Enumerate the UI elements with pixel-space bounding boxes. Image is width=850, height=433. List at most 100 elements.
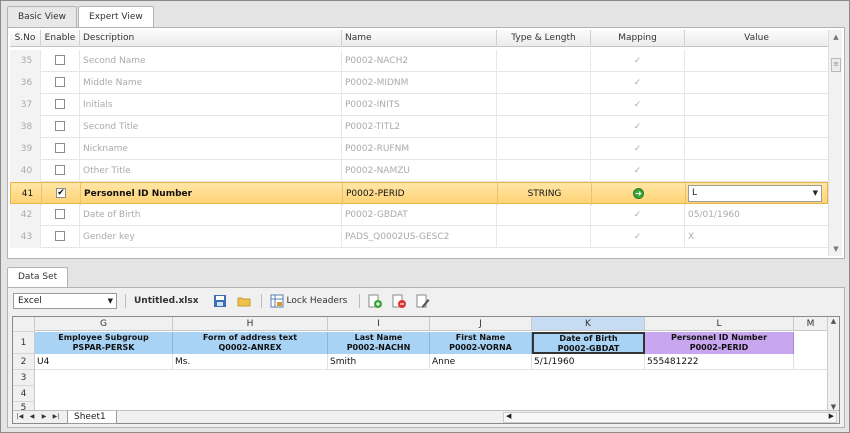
value-cell[interactable]: L ▼	[686, 183, 828, 205]
mapping-cell[interactable]: ✓	[591, 160, 685, 182]
cell-g2[interactable]: U4	[35, 354, 173, 370]
grid-row[interactable]: 40 Other Title P0002-NAMZU ✓	[10, 160, 828, 182]
col-header-sno[interactable]: S.No	[10, 30, 41, 47]
save-icon[interactable]	[213, 294, 227, 308]
last-sheet-icon[interactable]: ▶|	[51, 412, 61, 422]
grid-row[interactable]: 42 Date of Birth P0002-GBDAT ✓ 05/01/1960	[10, 204, 828, 226]
cell-j2[interactable]: Anne	[430, 354, 532, 370]
mapping-arrow-icon[interactable]: ➜	[633, 188, 644, 199]
enable-checkbox[interactable]	[55, 54, 65, 65]
scroll-down-icon[interactable]: ▼	[829, 242, 843, 256]
enable-checkbox[interactable]	[55, 76, 65, 87]
sheet-horizontal-scrollbar[interactable]: ◀ ▶	[503, 412, 837, 423]
col-header-description[interactable]: Description	[80, 30, 342, 47]
sheet-vertical-scrollbar[interactable]: ▲ ▼	[827, 317, 839, 411]
mapping-cell[interactable]: ➜	[592, 183, 686, 205]
value-cell[interactable]: 05/01/1960	[685, 204, 828, 226]
row-header-2[interactable]: 2	[13, 354, 35, 370]
grid-row[interactable]: 35 Second Name P0002-NACH2 ✓	[10, 50, 828, 72]
enable-cell[interactable]	[41, 138, 80, 160]
enable-cell[interactable]	[41, 50, 80, 72]
cell-k2[interactable]: 5/1/1960	[532, 354, 645, 370]
mapping-cell[interactable]: ✓	[591, 50, 685, 72]
tab-basic-view[interactable]: Basic View	[7, 6, 78, 27]
enable-checkbox[interactable]	[55, 164, 65, 175]
open-folder-icon[interactable]	[237, 294, 251, 308]
enable-checkbox[interactable]	[55, 98, 65, 109]
header-cell-i1[interactable]: Last Name P0002-NACHN	[328, 332, 430, 354]
column-header-m[interactable]: M	[794, 317, 828, 331]
column-header-g[interactable]: G	[35, 317, 173, 331]
enable-checkbox[interactable]	[55, 230, 65, 241]
column-header-j[interactable]: J	[430, 317, 532, 331]
remove-column-icon[interactable]	[392, 294, 407, 308]
first-sheet-icon[interactable]: |◀	[15, 412, 25, 422]
grid-row[interactable]: 39 Nickname P0002-RUFNM ✓	[10, 138, 828, 160]
rename-column-icon[interactable]	[416, 294, 430, 308]
add-column-icon[interactable]	[368, 294, 383, 308]
mapping-cell[interactable]: ✓	[591, 204, 685, 226]
prev-sheet-icon[interactable]: ◀	[27, 412, 37, 422]
scroll-right-icon[interactable]: ▶	[829, 412, 834, 420]
col-header-mapping[interactable]: Mapping	[591, 30, 685, 47]
spreadsheet[interactable]: G H I J K L M 1 2 3 4 5 Employee Subgrou…	[12, 316, 840, 424]
enable-checkbox[interactable]	[55, 142, 65, 153]
grid-row[interactable]: 38 Second Title P0002-TITL2 ✓	[10, 116, 828, 138]
mapping-cell[interactable]: ✓	[591, 138, 685, 160]
mapping-cell[interactable]: ✓	[591, 72, 685, 94]
column-header-l[interactable]: L	[645, 317, 794, 331]
value-cell[interactable]: X	[685, 226, 828, 248]
header-cell-l1[interactable]: Personnel ID Number P0002-PERID	[645, 332, 794, 354]
value-cell[interactable]	[685, 116, 828, 138]
select-all-corner[interactable]	[13, 317, 35, 332]
grid-row[interactable]: 41 ✔ Personnel ID Number P0002-PERID STRING ➜…	[10, 182, 828, 205]
sheet-tab-sheet1[interactable]: Sheet1	[67, 411, 117, 424]
lock-headers-button[interactable]: Lock Headers	[287, 296, 348, 306]
enable-cell[interactable]	[41, 72, 80, 94]
enable-cell[interactable]: ✔	[42, 183, 81, 205]
value-dropdown[interactable]: L ▼	[688, 185, 822, 202]
next-sheet-icon[interactable]: ▶	[39, 412, 49, 422]
enable-cell[interactable]	[41, 160, 80, 182]
cell-h2[interactable]: Ms.	[173, 354, 328, 370]
enable-checkbox[interactable]	[55, 120, 65, 131]
format-select[interactable]: Excel ▼	[13, 293, 117, 309]
enable-cell[interactable]	[41, 226, 80, 248]
value-cell[interactable]	[685, 94, 828, 116]
header-cell-h1[interactable]: Form of address text Q0002-ANREX	[173, 332, 328, 354]
scroll-up-icon[interactable]: ▲	[829, 30, 843, 44]
mapping-cell[interactable]: ✓	[591, 94, 685, 116]
row-header-4[interactable]: 4	[13, 386, 35, 402]
header-cell-j1[interactable]: First Name P0002-VORNA	[430, 332, 532, 354]
scroll-left-icon[interactable]: ◀	[506, 412, 511, 420]
grid-row[interactable]: 36 Middle Name P0002-MIDNM ✓	[10, 72, 828, 94]
column-header-h[interactable]: H	[173, 317, 328, 331]
scroll-up-icon[interactable]: ▲	[828, 317, 839, 325]
value-cell[interactable]	[685, 50, 828, 72]
cell-l2[interactable]: 555481222	[645, 354, 794, 370]
col-header-type-length[interactable]: Type & Length	[497, 30, 591, 47]
grid-row[interactable]: 37 Initials P0002-INITS ✓	[10, 94, 828, 116]
col-header-name[interactable]: Name	[342, 30, 497, 47]
cell-m2[interactable]	[794, 354, 828, 370]
header-cell-g1[interactable]: Employee Subgroup PSPAR-PERSK	[35, 332, 173, 354]
chevron-down-icon[interactable]: ▼	[813, 186, 818, 201]
scroll-thumb[interactable]: ≡	[831, 58, 841, 72]
enable-cell[interactable]	[41, 94, 80, 116]
tab-expert-view[interactable]: Expert View	[78, 6, 154, 28]
lock-headers-icon[interactable]	[270, 294, 284, 308]
row-header-3[interactable]: 3	[13, 370, 35, 386]
mapping-cell[interactable]: ✓	[591, 116, 685, 138]
value-cell[interactable]	[685, 160, 828, 182]
enable-cell[interactable]	[41, 204, 80, 226]
enable-cell[interactable]	[41, 116, 80, 138]
header-cell-k1[interactable]: Date of Birth P0002-GBDAT	[532, 332, 645, 354]
enable-checkbox[interactable]: ✔	[56, 187, 66, 198]
column-header-i[interactable]: I	[328, 317, 430, 331]
enable-checkbox[interactable]	[55, 208, 65, 219]
grid-vertical-scrollbar[interactable]: ▲ ≡ ▼	[828, 30, 842, 256]
column-header-k[interactable]: K	[532, 317, 645, 331]
cell-i2[interactable]: Smith	[328, 354, 430, 370]
tab-data-set[interactable]: Data Set	[7, 267, 69, 287]
col-header-value[interactable]: Value	[685, 30, 828, 47]
